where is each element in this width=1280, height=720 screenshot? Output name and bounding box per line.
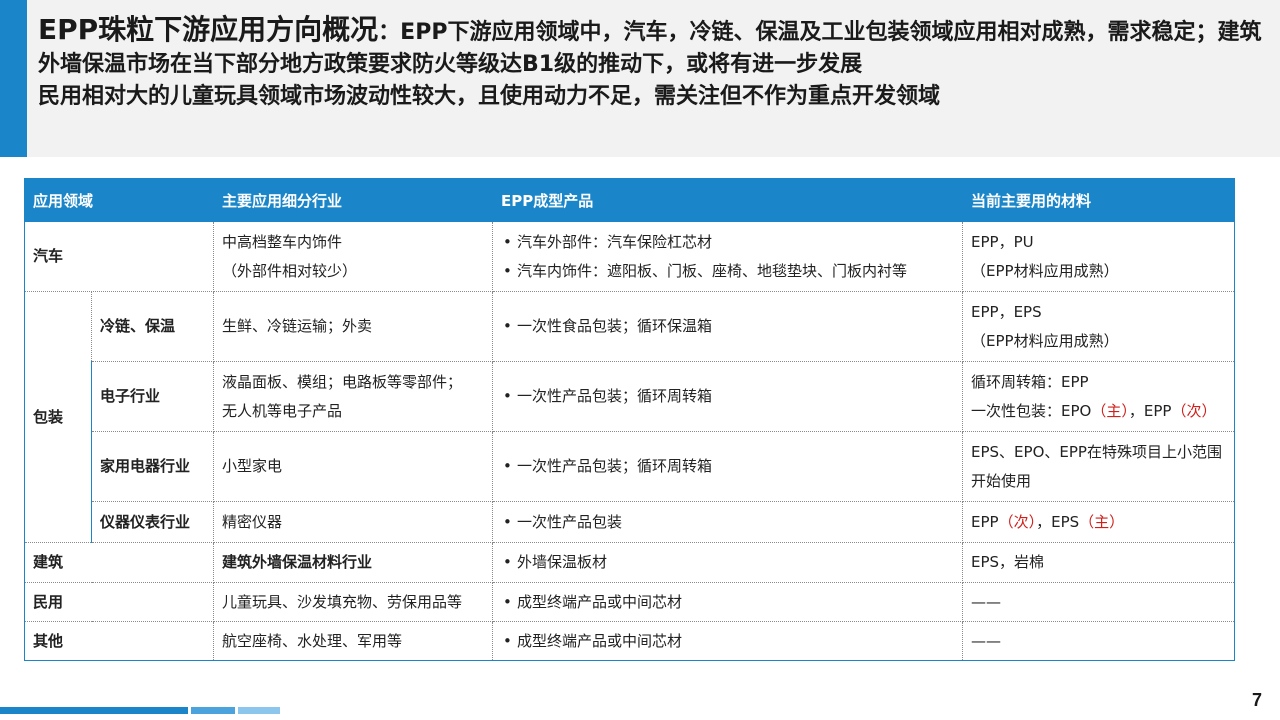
bullet-item: 一次性产品包装；循环周转箱 xyxy=(503,452,954,481)
cell-text: 无人机等电子产品 xyxy=(222,401,343,420)
bullet-item: 外墙保温板材 xyxy=(503,548,954,577)
cell-industry: 精密仪器 xyxy=(213,501,494,543)
cell-product: 成型终端产品或中间芯材 xyxy=(492,582,964,622)
table-row-other: 其他 航空座椅、水处理、军用等 成型终端产品或中间芯材 —— xyxy=(23,621,1236,661)
cell-industry: 儿童玩具、沙发填充物、劳保用品等 xyxy=(213,582,494,622)
cell-industry: 航空座椅、水处理、军用等 xyxy=(213,621,494,661)
header-accent-bar xyxy=(0,0,27,157)
cell-field: 包装 xyxy=(24,291,92,543)
bullet-item: 成型终端产品或中间芯材 xyxy=(503,627,954,656)
cell-text: EPP，EPS xyxy=(971,302,1042,321)
cell-industry: 生鲜、冷链运输；外卖 xyxy=(213,291,494,362)
table-row-appliances: 家用电器行业 小型家电 一次性产品包装；循环周转箱 EPS、EPO、EPP在特殊… xyxy=(25,431,1236,502)
cell-material: EPP，EPS （EPP材料应用成熟） xyxy=(962,291,1236,362)
header-cell-product: EPP成型产品 xyxy=(492,178,964,222)
cell-material: EPS、EPO、EPP在特殊项目上小范围开始使用 xyxy=(962,431,1236,502)
bullet-item: 一次性产品包装 xyxy=(503,508,954,537)
cell-subfield: 仪器仪表行业 xyxy=(90,501,215,543)
cell-text: （EPP材料应用成熟） xyxy=(971,261,1119,280)
bullet-item: 一次性产品包装；循环周转箱 xyxy=(503,382,954,411)
bullet-item: 一次性食品包装；循环保温箱 xyxy=(503,312,954,341)
bullet-item: 汽车内饰件：遮阳板、门板、座椅、地毯垫块、门板内衬等 xyxy=(503,257,954,286)
secondary-tag: （次） xyxy=(1171,401,1217,420)
cell-material: EPS，岩棉 xyxy=(962,542,1236,583)
cell-field: 建筑 xyxy=(23,542,215,583)
cell-material: EPP（次），EPS（主） xyxy=(962,501,1236,543)
cell-material: —— xyxy=(962,582,1236,622)
secondary-tag: （次） xyxy=(998,512,1037,531)
cell-text: 中高档整车内饰件 xyxy=(222,232,343,251)
table-row-civil: 民用 儿童玩具、沙发填充物、劳保用品等 成型终端产品或中间芯材 —— xyxy=(23,582,1236,622)
cell-field: 汽车 xyxy=(23,221,215,292)
table-row-auto: 汽车 中高档整车内饰件 （外部件相对较少） 汽车外部件：汽车保险杠芯材 汽车内饰… xyxy=(23,221,1236,292)
cell-product: 外墙保温板材 xyxy=(492,542,964,583)
cell-subfield: 家用电器行业 xyxy=(90,431,215,502)
header-text: EPP珠粒下游应用方向概况：EPP下游应用领域中，汽车，冷链、保温及工业包装领域… xyxy=(38,14,1270,113)
cell-material: EPP，PU （EPP材料应用成熟） xyxy=(962,221,1236,292)
text-span: EPP xyxy=(971,512,999,531)
cell-industry: 建筑外墙保温材料行业 xyxy=(213,542,494,583)
cell-text: 液晶面板、模组；电路板等零部件； xyxy=(222,372,463,391)
table-row-cold-chain: 包装 冷链、保温 生鲜、冷链运输；外卖 一次性食品包装；循环保温箱 EPP，EP… xyxy=(24,291,1236,543)
cell-text: （EPP材料应用成熟） xyxy=(971,331,1119,350)
cell-product: 一次性产品包装；循环周转箱 xyxy=(492,361,964,432)
bullet-item: 汽车外部件：汽车保险杠芯材 xyxy=(503,228,954,257)
table-row-instruments: 仪器仪表行业 精密仪器 一次性产品包装 EPP（次），EPS（主） xyxy=(25,501,1236,543)
cell-field: 其他 xyxy=(23,621,215,661)
footer-bar-mid xyxy=(191,707,235,714)
cell-product: 汽车外部件：汽车保险杠芯材 汽车内饰件：遮阳板、门板、座椅、地毯垫块、门板内衬等 xyxy=(492,221,964,292)
table-row-electronics: 电子行业 液晶面板、模组；电路板等零部件； 无人机等电子产品 一次性产品包装；循… xyxy=(25,361,1236,432)
cell-subfield: 电子行业 xyxy=(90,361,215,432)
footer-bar-light xyxy=(238,707,280,714)
text-span: 一次性包装：EPO xyxy=(971,401,1092,420)
table-header-row: 应用领域 主要应用细分行业 EPP成型产品 当前主要用的材料 xyxy=(23,178,1236,222)
header-cell-industry: 主要应用细分行业 xyxy=(213,178,494,222)
text-span: ，EPS xyxy=(1036,512,1080,531)
application-table: 应用领域 主要应用细分行业 EPP成型产品 当前主要用的材料 汽车 中高档整车内… xyxy=(23,178,1236,661)
cell-product: 一次性产品包装；循环周转箱 xyxy=(492,431,964,502)
table-row-construction: 建筑 建筑外墙保温材料行业 外墙保温板材 EPS，岩棉 xyxy=(23,542,1236,583)
cell-material: —— xyxy=(962,621,1236,661)
cell-product: 一次性产品包装 xyxy=(492,501,964,543)
cell-product: 一次性食品包装；循环保温箱 xyxy=(492,291,964,362)
cell-industry: 小型家电 xyxy=(213,431,494,502)
cell-industry: 液晶面板、模组；电路板等零部件； 无人机等电子产品 xyxy=(213,361,494,432)
cell-material: 循环周转箱：EPP 一次性包装：EPO（主），EPP（次） xyxy=(962,361,1236,432)
cell-field: 民用 xyxy=(23,582,215,622)
cell-text: （外部件相对较少） xyxy=(222,261,358,280)
cell-subfield: 冷链、保温 xyxy=(90,291,215,362)
bullet-item: 成型终端产品或中间芯材 xyxy=(503,588,954,617)
header-cell-field: 应用领域 xyxy=(23,178,215,222)
header-line-2: 民用相对大的儿童玩具领域市场波动性较大，且使用动力不足，需关注但不作为重点开发领… xyxy=(38,84,941,109)
cell-text: EPP，PU xyxy=(971,232,1034,251)
slide-title: EPP珠粒下游应用方向概况 xyxy=(38,13,379,46)
footer-bar-dark xyxy=(0,707,188,714)
cell-industry: 中高档整车内饰件 （外部件相对较少） xyxy=(213,221,494,292)
cell-text: 循环周转箱：EPP xyxy=(971,372,1089,391)
page-number: 7 xyxy=(1251,690,1262,710)
header-banner: EPP珠粒下游应用方向概况：EPP下游应用领域中，汽车，冷链、保温及工业包装领域… xyxy=(0,0,1280,157)
header-cell-material: 当前主要用的材料 xyxy=(962,178,1236,222)
primary-tag: （主） xyxy=(1079,512,1125,531)
cell-product: 成型终端产品或中间芯材 xyxy=(492,621,964,661)
cell-text: 一次性包装：EPO（主），EPP（次） xyxy=(971,397,1226,426)
text-span: ，EPP xyxy=(1128,401,1172,420)
header-line-1: EPP珠粒下游应用方向概况：EPP下游应用领域中，汽车，冷链、保温及工业包装领域… xyxy=(38,14,1270,81)
primary-tag: （主） xyxy=(1091,401,1129,420)
